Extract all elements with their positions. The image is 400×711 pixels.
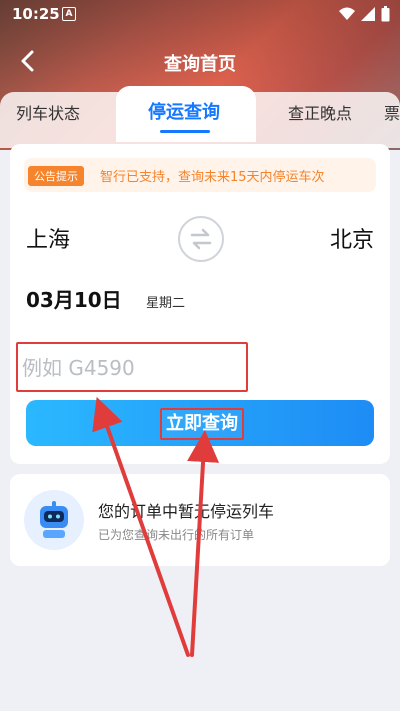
train-number-placeholder: 例如 G4590 bbox=[22, 356, 135, 380]
query-now-button[interactable]: 立即查询 bbox=[26, 400, 374, 446]
page-title: 查询首页 bbox=[164, 54, 236, 75]
order-status-subtitle: 已为您查询未出行的所有订单 bbox=[98, 528, 255, 542]
tab-delay-check[interactable]: 查正晚点 bbox=[288, 100, 352, 124]
swap-icon bbox=[190, 228, 212, 250]
notice-badge: 公告提示 bbox=[28, 166, 84, 186]
tab-ticket[interactable]: 票 bbox=[384, 100, 400, 124]
arrival-city[interactable]: 北京 bbox=[330, 222, 374, 254]
status-time: 10:25 bbox=[12, 5, 60, 23]
query-now-label: 立即查询 bbox=[160, 408, 244, 440]
query-card: 公告提示 智行已支持，查询未来15天内停运车次 上海 北京 03月10日 星期二… bbox=[10, 144, 390, 464]
swap-cities-button[interactable] bbox=[178, 216, 224, 262]
active-tab-indicator bbox=[160, 130, 210, 133]
app-notification-icon: A bbox=[62, 7, 76, 21]
travel-date[interactable]: 03月10日 bbox=[26, 284, 122, 313]
notice-banner: 公告提示 智行已支持，查询未来15天内停运车次 bbox=[24, 158, 376, 192]
notice-text: 智行已支持，查询未来15天内停运车次 bbox=[100, 170, 325, 185]
order-status-card[interactable]: 您的订单中暂无停运列车 已为您查询未出行的所有订单 bbox=[10, 474, 390, 566]
nav-bar: 查询首页 bbox=[0, 40, 400, 84]
battery-icon bbox=[381, 6, 390, 22]
tab-train-status[interactable]: 列车状态 bbox=[16, 100, 80, 124]
status-bar: 10:25 A bbox=[0, 0, 400, 28]
robot-assistant-icon bbox=[24, 490, 84, 550]
tab-bar: 列车状态 停运查询 查正晚点 票 bbox=[0, 92, 400, 140]
departure-city[interactable]: 上海 bbox=[26, 222, 70, 254]
order-status-title: 您的订单中暂无停运列车 bbox=[98, 502, 275, 521]
travel-weekday: 星期二 bbox=[146, 296, 186, 311]
wifi-icon bbox=[339, 7, 355, 20]
status-icons bbox=[339, 6, 390, 22]
tab-suspension-query[interactable]: 停运查询 bbox=[148, 98, 220, 124]
train-number-input[interactable]: 例如 G4590 bbox=[16, 342, 248, 392]
signal-icon bbox=[361, 7, 375, 21]
